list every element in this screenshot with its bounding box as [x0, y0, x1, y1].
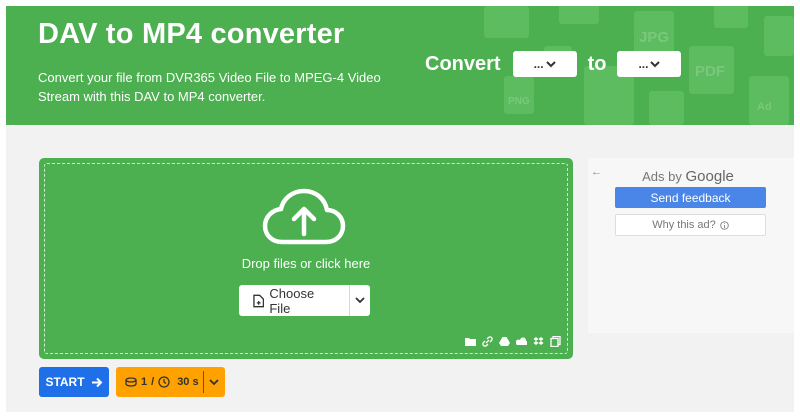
- start-button[interactable]: START: [39, 367, 109, 397]
- png-bg-icon: PNG: [508, 96, 530, 107]
- send-feedback-button[interactable]: Send feedback: [615, 187, 766, 208]
- to-label: to: [587, 52, 607, 75]
- chevron-down-icon: [545, 60, 556, 67]
- why-this-ad-label: Why this ad?: [652, 219, 716, 231]
- info-icon: [719, 220, 729, 230]
- ads-panel: ← Ads by Google Send feedback Why this a…: [588, 158, 794, 333]
- start-label: START: [45, 375, 85, 389]
- limit-time: 30 s: [177, 376, 199, 388]
- chevron-down-icon: [650, 60, 661, 67]
- choose-file-button[interactable]: Choose File: [239, 285, 350, 316]
- why-this-ad-button[interactable]: Why this ad?: [615, 214, 766, 236]
- page-description: Convert your file from DVR365 Video File…: [38, 70, 381, 104]
- folder-icon[interactable]: [465, 336, 476, 347]
- ads-by-label: Ads by: [642, 169, 682, 184]
- app-window: JPG PDF PNG Ad DAV to MP4 converter Conv…: [6, 6, 794, 412]
- limit-dropdown[interactable]: [204, 378, 224, 386]
- jpg-bg-icon: JPG: [639, 29, 669, 46]
- drop-files-text: Drop files or click here: [241, 256, 371, 271]
- page-title: DAV to MP4 converter: [38, 18, 345, 50]
- choose-file-group: Choose File: [239, 285, 370, 316]
- file-add-icon: [253, 294, 265, 307]
- chevron-down-icon: [355, 297, 365, 304]
- from-format-select[interactable]: ...: [512, 51, 577, 77]
- to-format-select[interactable]: ...: [617, 51, 682, 77]
- limit-info: 1 / 30 s: [116, 371, 204, 393]
- limit-files-count: 1: [141, 376, 148, 388]
- ads-by-google: Ads by Google: [588, 168, 788, 185]
- google-drive-icon[interactable]: [499, 336, 510, 347]
- from-format-value: ...: [533, 57, 544, 71]
- cloud-upload-icon: [262, 188, 346, 245]
- format-selector-row: Convert ... to ...: [425, 51, 682, 77]
- header-banner: JPG PDF PNG Ad DAV to MP4 converter Conv…: [6, 6, 794, 125]
- convert-label: Convert: [425, 52, 501, 75]
- to-format-value: ...: [638, 57, 649, 71]
- file-source-icons: [465, 336, 561, 347]
- conversion-limit-button[interactable]: 1 / 30 s: [116, 367, 225, 397]
- pdf-bg-icon: PDF: [695, 63, 725, 80]
- ad-bg-icon: Ad: [757, 101, 772, 113]
- copy-icon[interactable]: [550, 336, 561, 347]
- database-icon: [125, 377, 137, 387]
- chevron-down-icon: [209, 378, 219, 385]
- choose-file-dropdown[interactable]: [350, 285, 370, 316]
- dropbox-icon[interactable]: [533, 336, 544, 347]
- onedrive-icon[interactable]: [516, 336, 527, 347]
- link-icon[interactable]: [482, 336, 493, 347]
- file-dropzone[interactable]: Drop files or click here Choose File: [39, 158, 573, 359]
- arrow-right-icon: [91, 377, 102, 387]
- clock-icon: [158, 376, 170, 388]
- google-label: Google: [685, 168, 734, 185]
- choose-file-label: Choose File: [269, 285, 315, 316]
- limit-separator: /: [151, 376, 155, 388]
